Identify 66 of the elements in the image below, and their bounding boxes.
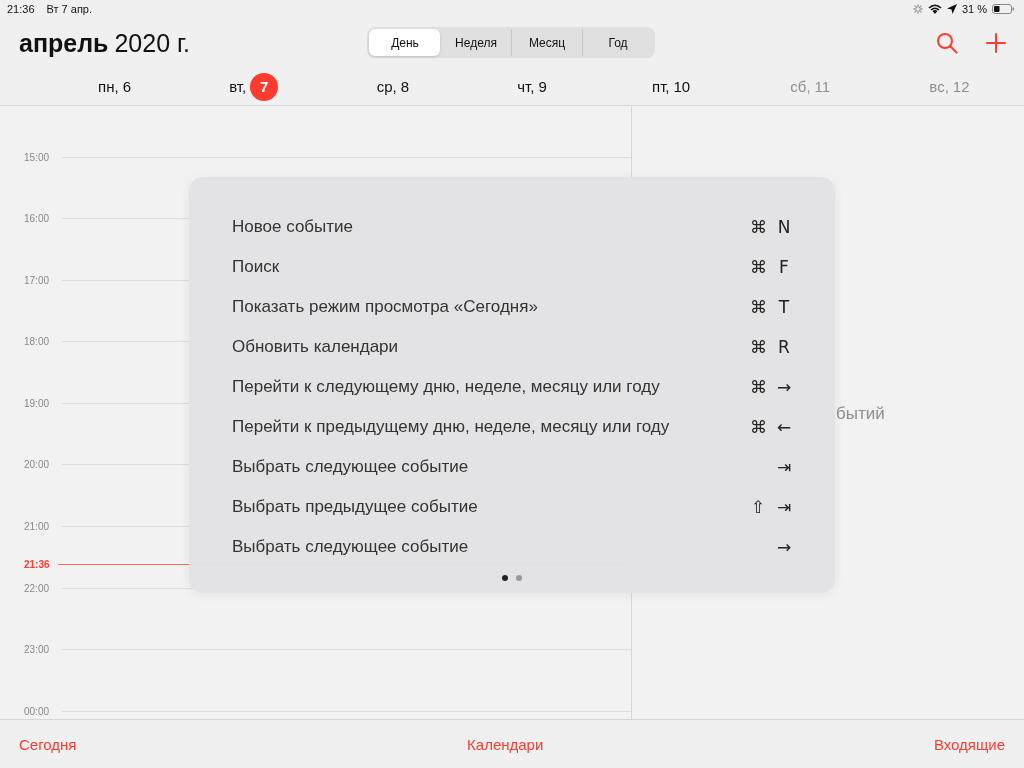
empty-note: бытий: [836, 404, 885, 424]
battery-icon: [992, 4, 1014, 14]
shortcut-label: Новое событие: [232, 217, 354, 237]
shortcut-label: Выбрать следующее событие: [232, 457, 469, 477]
weekday-label: пн,: [98, 78, 119, 95]
status-time: 21:36: [7, 3, 35, 15]
hour-label: 19:00: [23, 397, 51, 409]
shortcut-label: Показать режим просмотра «Сегодня»: [232, 297, 538, 317]
hour-label: 16:00: [23, 213, 51, 225]
location-icon: [946, 4, 957, 14]
shortcut-key: ⌘: [750, 257, 766, 277]
hour-label: 22:00: [23, 582, 51, 594]
shortcut-key: ⌘: [750, 217, 766, 237]
year-title: 2020 г.: [114, 28, 190, 58]
search-icon[interactable]: [936, 32, 958, 54]
hour-label: 00:00: [23, 705, 51, 717]
hour-label: 21:00: [23, 521, 51, 533]
shortcut-key: ⇥: [776, 457, 792, 477]
shortcut-key: N: [776, 217, 792, 237]
day-number[interactable]: 10: [673, 72, 691, 101]
shortcut-label: Поиск: [232, 257, 280, 277]
view-tab[interactable]: Год: [582, 29, 653, 56]
battery-percent: 31 %: [961, 3, 987, 15]
shortcut-label: Обновить календари: [232, 337, 399, 357]
weekday-label: сб,: [790, 78, 811, 95]
day-number[interactable]: 7: [250, 72, 279, 101]
hour-label: 18:00: [23, 336, 51, 348]
shortcut-key: T: [776, 297, 792, 317]
activity-icon: [912, 4, 923, 14]
shortcut-label: Перейти к следующему дню, неделе, месяцу или году: [232, 377, 660, 397]
view-tab[interactable]: День: [369, 29, 440, 56]
shortcut-label: Перейти к предыдущему дню, неделе, месяцу или году: [232, 417, 670, 437]
hour-label: 20:00: [23, 459, 51, 471]
shortcut-key: ⌘: [750, 377, 766, 397]
shortcut-key: ⌘: [750, 417, 766, 437]
shortcut-key: ←: [776, 417, 792, 437]
shortcut-key: →: [776, 377, 792, 397]
weekday-label: ср,: [376, 78, 397, 95]
day-number[interactable]: 9: [538, 72, 547, 101]
view-tab[interactable]: Неделя: [440, 29, 511, 56]
day-number[interactable]: 8: [400, 72, 410, 101]
wifi-icon: [927, 4, 942, 14]
page-dot[interactable]: [502, 575, 508, 581]
hour-label: 17:00: [23, 274, 51, 286]
add-icon[interactable]: [986, 33, 1006, 53]
status-date: Вт 7 апр.: [46, 3, 93, 15]
shortcut-key: ⌘: [750, 337, 766, 357]
shortcut-key: →: [776, 537, 792, 557]
current-time-label: 21:36: [23, 558, 51, 570]
shortcut-key: ⇥: [776, 497, 792, 517]
hour-label: 15:00: [23, 151, 51, 163]
shortcut-label: Выбрать предыдущее событие: [232, 497, 478, 517]
weekday-label: пт,: [652, 78, 670, 95]
shortcut-key: ⌘: [750, 297, 766, 317]
day-number[interactable]: 6: [122, 72, 132, 101]
shortcut-label: Выбрать следующее событие: [232, 537, 469, 557]
weekday-label: вт,: [229, 78, 247, 95]
page-dot[interactable]: [516, 575, 522, 581]
month-title: апрель: [19, 28, 109, 58]
hour-label: 23:00: [23, 644, 51, 656]
weekday-label: чт,: [517, 78, 535, 95]
shortcut-key: R: [776, 337, 792, 357]
shortcut-key: ⇧: [750, 497, 766, 517]
weekday-label: вс,: [929, 78, 949, 95]
shortcut-key: F: [776, 257, 792, 277]
view-tab[interactable]: Месяц: [511, 29, 582, 56]
